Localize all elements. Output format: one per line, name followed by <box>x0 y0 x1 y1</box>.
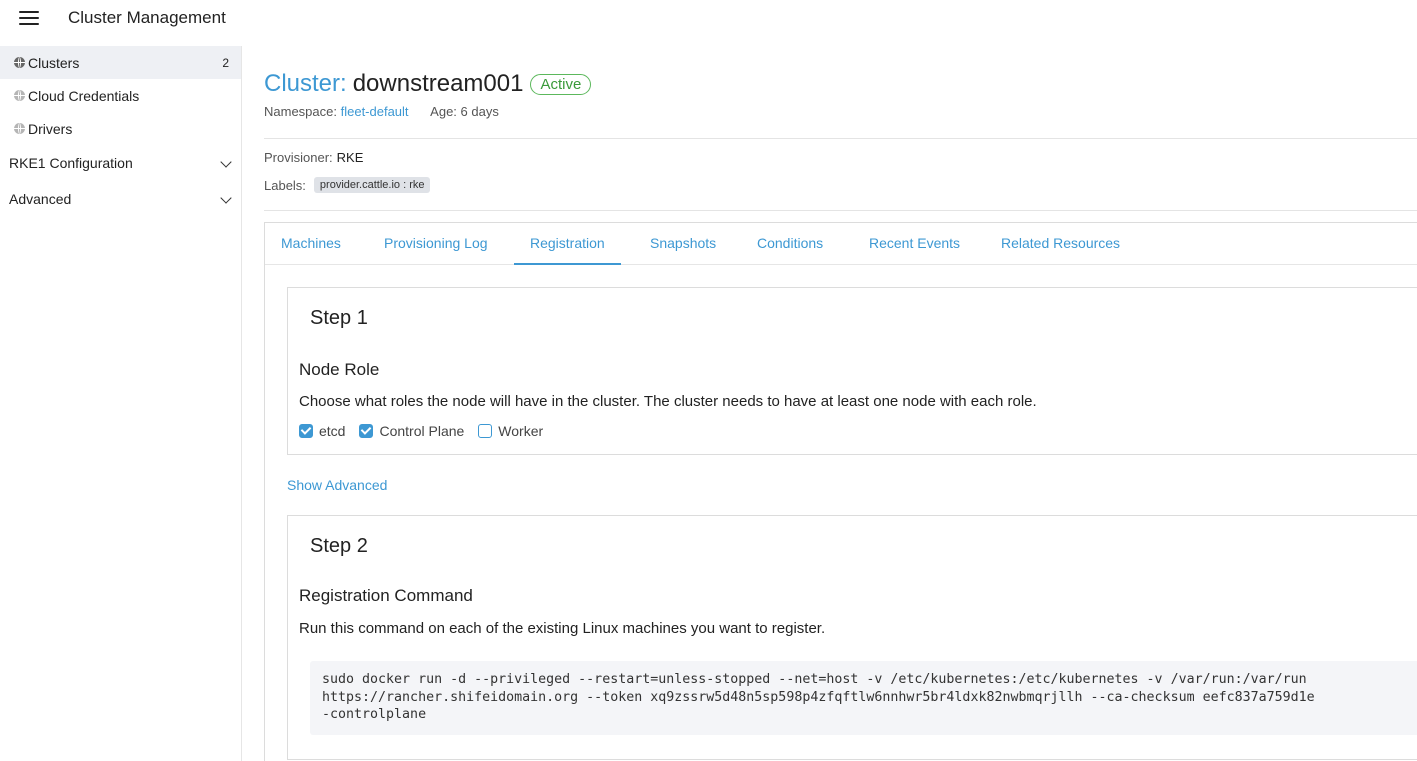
sidebar-group-label: RKE1 Configuration <box>9 155 133 171</box>
tab-bar: Machines Provisioning Log Registration S… <box>265 223 1417 265</box>
tab-provisioning-log[interactable]: Provisioning Log <box>384 223 488 265</box>
provisioner-label: Provisioner: <box>264 150 333 165</box>
sidebar-item-cloud-credentials[interactable]: Cloud Credentials <box>0 79 241 112</box>
cluster-title-prefix[interactable]: Cluster: <box>264 70 347 98</box>
tab-registration[interactable]: Registration <box>514 223 621 265</box>
tab-recent-events[interactable]: Recent Events <box>869 223 960 265</box>
top-header: Cluster Management <box>0 0 1417 40</box>
registration-command-description: Run this command on each of the existing… <box>299 620 826 637</box>
control-plane-checkbox[interactable] <box>359 424 374 438</box>
app-title: Cluster Management <box>68 8 226 27</box>
status-badge: Active <box>530 73 592 95</box>
cluster-name: downstream001 <box>352 70 524 97</box>
command-line: sudo docker run -d --privileged --restar… <box>322 672 1307 687</box>
step1-title: Step 1 <box>310 307 368 329</box>
cluster-meta: Namespace: fleet-default Age: 6 days <box>264 104 499 119</box>
tab-related-resources[interactable]: Related Resources <box>1001 223 1120 265</box>
tab-snapshots[interactable]: Snapshots <box>650 223 716 265</box>
step2-title: Step 2 <box>310 535 368 557</box>
node-role-heading: Node Role <box>299 360 380 379</box>
cluster-age: Age: 6 days <box>430 104 499 119</box>
sidebar-item-label: Clusters <box>28 54 80 71</box>
provisioner-row: Provisioner: RKE <box>264 150 363 165</box>
step1-card: Step 1 Node Role Choose what roles the n… <box>287 287 1417 455</box>
namespace-label: Namespace: <box>264 104 337 119</box>
worker-label: Worker <box>498 423 544 439</box>
page-title: Cluster: downstream001 Active <box>264 70 592 98</box>
tab-machines[interactable]: Machines <box>281 223 341 265</box>
globe-icon <box>14 90 25 101</box>
namespace-link[interactable]: fleet-default <box>341 104 409 119</box>
registration-command-heading: Registration Command <box>299 586 473 605</box>
step2-card: Step 2 Registration Command Run this com… <box>287 515 1417 760</box>
clusters-count: 2 <box>222 55 229 70</box>
command-line: https://rancher.shifeidomain.org --token… <box>322 689 1315 705</box>
sidebar-item-clusters[interactable]: Clusters 2 <box>0 46 241 79</box>
provisioner-value: RKE <box>336 150 364 165</box>
etcd-checkbox[interactable] <box>299 424 313 438</box>
globe-icon <box>14 57 25 68</box>
worker-checkbox[interactable] <box>478 424 493 438</box>
command-line: -controlplane <box>322 707 427 722</box>
sidebar-group-advanced[interactable]: Advanced <box>0 181 241 217</box>
divider <box>264 210 1417 211</box>
sidebar-item-label: Cloud Credentials <box>28 87 140 104</box>
labels-row: Labels: provider.cattle.io : rke <box>264 177 431 193</box>
sidebar-item-drivers[interactable]: Drivers <box>0 112 241 145</box>
chevron-down-icon <box>220 156 232 168</box>
label-chip: provider.cattle.io : rke <box>313 177 431 193</box>
role-checkboxes: etcd Control Plane Worker <box>299 423 557 439</box>
control-plane-label: Control Plane <box>379 423 465 439</box>
hamburger-menu-icon[interactable] <box>19 11 39 25</box>
sidebar-group-label: Advanced <box>9 191 72 207</box>
etcd-label: etcd <box>319 423 346 439</box>
labels-label: Labels: <box>264 177 306 193</box>
sidebar-item-label: Drivers <box>28 120 73 137</box>
divider <box>264 138 1417 139</box>
sidebar-group-rke1-configuration[interactable]: RKE1 Configuration <box>0 145 241 181</box>
show-advanced-link[interactable]: Show Advanced <box>287 477 387 493</box>
tab-conditions[interactable]: Conditions <box>757 223 823 265</box>
chevron-down-icon <box>220 192 232 204</box>
tabs-panel: Machines Provisioning Log Registration S… <box>264 222 1417 761</box>
sidebar: Clusters 2 Cloud Credentials Drivers RKE… <box>0 46 242 761</box>
node-role-description: Choose what roles the node will have in … <box>299 393 1037 410</box>
globe-icon <box>14 123 25 134</box>
registration-command-code[interactable]: sudo docker run -d --privileged --restar… <box>310 661 1417 735</box>
